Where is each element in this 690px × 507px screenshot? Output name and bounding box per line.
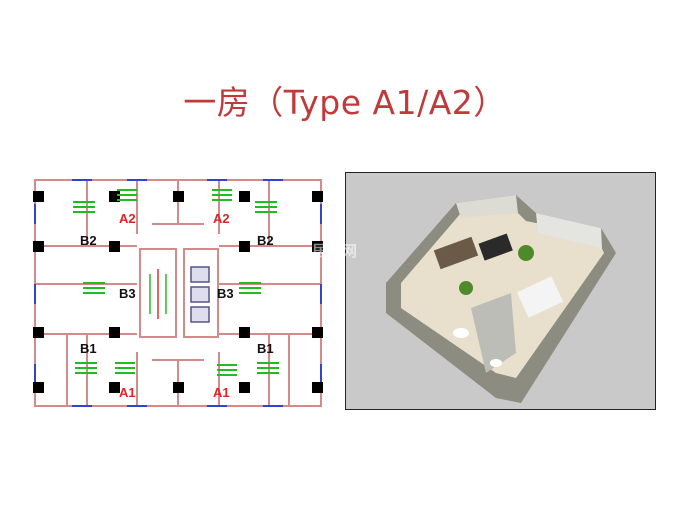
unit-label-a2-right: A2	[213, 211, 230, 226]
apartment-3d-render	[345, 172, 656, 410]
floor-plan: A2 A2 B2 B2 B3 B3 B1 B1 A1 A1	[33, 179, 323, 407]
stair-core	[149, 266, 210, 323]
unit-label-b2-right: B2	[257, 233, 274, 248]
unit-label-a2-left: A2	[119, 211, 136, 226]
unit-label-b1-right: B1	[257, 341, 274, 356]
unit-label-b3-left: B3	[119, 286, 136, 301]
unit-label-b1-left: B1	[80, 341, 97, 356]
unit-label-a1-left: A1	[119, 385, 136, 400]
page-title: 一房（Type A1/A2）	[183, 83, 507, 122]
watermark: 居房网	[312, 242, 358, 260]
unit-label-b2-left: B2	[80, 233, 97, 248]
unit-label-b3-right: B3	[217, 286, 234, 301]
render-image	[386, 195, 616, 403]
unit-label-a1-right: A1	[213, 385, 230, 400]
